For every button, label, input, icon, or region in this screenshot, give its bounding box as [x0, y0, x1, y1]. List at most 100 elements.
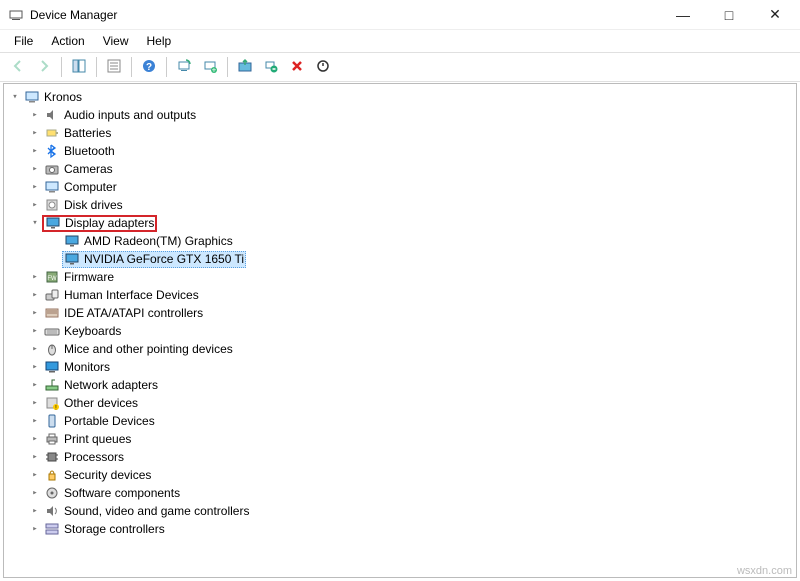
expand-icon[interactable]: ▸	[28, 488, 42, 498]
expand-icon[interactable]: ▸	[28, 182, 42, 192]
menu-file[interactable]: File	[6, 32, 41, 50]
show-hide-tree-button[interactable]	[67, 55, 91, 79]
security-icon	[44, 467, 60, 483]
expand-icon[interactable]: ▸	[28, 470, 42, 480]
tree-node[interactable]: NVIDIA GeForce GTX 1650 Ti	[4, 250, 796, 268]
expand-icon[interactable]: ▸	[28, 524, 42, 534]
device-tree-panel[interactable]: ▾Kronos ▸ Audio inputs and outputs ▸Batteri…	[3, 83, 797, 578]
forward-button	[32, 55, 56, 79]
uninstall-device-button[interactable]	[259, 55, 283, 79]
tree-node[interactable]: AMD Radeon(TM) Graphics	[4, 232, 796, 250]
tree-node[interactable]: ▸FWFirmware	[4, 268, 796, 286]
expand-icon[interactable]: ▸	[28, 380, 42, 390]
expand-icon[interactable]: ▸	[28, 326, 42, 336]
ide-icon	[44, 305, 60, 321]
expand-icon[interactable]: ▸	[28, 452, 42, 462]
device-tree: ▾Kronos ▸ Audio inputs and outputs ▸Batteri…	[4, 84, 796, 542]
collapse-icon[interactable]: ▾	[28, 218, 42, 228]
tree-node[interactable]: ▸ Security devices	[4, 466, 796, 484]
expand-icon[interactable]: ▸	[28, 416, 42, 426]
tree-node-label: AMD Radeon(TM) Graphics	[84, 234, 233, 248]
app-icon	[8, 7, 24, 23]
tree-node-label: Cameras	[64, 162, 113, 176]
disable-button[interactable]	[285, 55, 309, 79]
tree-node[interactable]: ▸Processors	[4, 448, 796, 466]
expand-icon[interactable]: ▸	[28, 506, 42, 516]
help-button[interactable]: ?	[137, 55, 161, 79]
expand-icon[interactable]: ▸	[28, 272, 42, 282]
window-title: Device Manager	[30, 8, 117, 22]
tree-node-label: Security devices	[64, 468, 151, 482]
audio-icon	[44, 107, 60, 123]
expand-icon[interactable]: ▸	[28, 290, 42, 300]
bluetooth-icon	[44, 143, 60, 159]
close-button[interactable]: ✕	[752, 0, 798, 30]
menu-help[interactable]: Help	[139, 32, 180, 50]
tree-node-label: Audio inputs and outputs	[64, 108, 196, 122]
properties-button[interactable]	[102, 55, 126, 79]
tree-node-label: Storage controllers	[64, 522, 165, 536]
collapse-icon[interactable]: ▾	[8, 92, 22, 102]
tree-node[interactable]: ▸IDE ATA/ATAPI controllers	[4, 304, 796, 322]
menu-action[interactable]: Action	[43, 32, 92, 50]
toolbar-separator	[96, 57, 97, 77]
menu-view[interactable]: View	[95, 32, 137, 50]
tree-node[interactable]: ▸!Other devices	[4, 394, 796, 412]
tree-node[interactable]: ▸Batteries	[4, 124, 796, 142]
computer-icon	[44, 179, 60, 195]
tree-node-label: Display adapters	[65, 216, 154, 230]
tree-node-label: Monitors	[64, 360, 110, 374]
tree-node[interactable]: ▸ Monitors	[4, 358, 796, 376]
tree-node[interactable]: ▾ Display adapters	[4, 214, 796, 232]
expand-icon[interactable]: ▸	[28, 344, 42, 354]
expand-icon[interactable]: ▸	[28, 398, 42, 408]
minimize-button[interactable]: —	[660, 0, 706, 30]
titlebar: Device Manager — □ ✕	[0, 0, 800, 30]
tree-node[interactable]: ▸Portable Devices	[4, 412, 796, 430]
tree-node[interactable]: ▸Network adapters	[4, 376, 796, 394]
tree-node[interactable]: ▾Kronos	[4, 88, 796, 106]
tree-node-label: Software components	[64, 486, 180, 500]
add-legacy-icon: +	[202, 58, 218, 77]
expand-icon[interactable]: ▸	[28, 434, 42, 444]
enable-button[interactable]	[311, 55, 335, 79]
printer-icon	[44, 431, 60, 447]
tree-node[interactable]: ▸Mice and other pointing devices	[4, 340, 796, 358]
computer-icon	[24, 89, 40, 105]
tree-node[interactable]: ▸ Storage controllers	[4, 520, 796, 538]
uninstall-device-icon	[263, 58, 279, 77]
tree-node[interactable]: ▸ Software components	[4, 484, 796, 502]
portable-icon	[44, 413, 60, 429]
expand-icon[interactable]: ▸	[28, 200, 42, 210]
tree-node-label: NVIDIA GeForce GTX 1650 Ti	[84, 252, 244, 266]
expand-icon[interactable]: ▸	[28, 128, 42, 138]
display-icon	[45, 215, 61, 231]
tree-node[interactable]: ▸Human Interface Devices	[4, 286, 796, 304]
tree-node[interactable]: ▸Print queues	[4, 430, 796, 448]
scan-hardware-icon	[176, 58, 192, 77]
display-icon	[64, 251, 80, 267]
tree-node-label: Sound, video and game controllers	[64, 504, 249, 518]
scan-hardware-button[interactable]	[172, 55, 196, 79]
properties-icon	[106, 58, 122, 77]
add-legacy-button[interactable]: +	[198, 55, 222, 79]
expand-icon[interactable]: ▸	[28, 362, 42, 372]
tree-node[interactable]: ▸Bluetooth	[4, 142, 796, 160]
expand-icon[interactable]: ▸	[28, 164, 42, 174]
tree-node-label: Other devices	[64, 396, 138, 410]
tree-node-label: Keyboards	[64, 324, 121, 338]
keyboard-icon	[44, 323, 60, 339]
expand-icon[interactable]: ▸	[28, 308, 42, 318]
update-driver-button[interactable]	[233, 55, 257, 79]
expand-icon[interactable]: ▸	[28, 146, 42, 156]
expand-icon[interactable]: ▸	[28, 110, 42, 120]
tree-node[interactable]: ▸ Keyboards	[4, 322, 796, 340]
tree-node[interactable]: ▸ Audio inputs and outputs	[4, 106, 796, 124]
tree-node[interactable]: ▸Disk drives	[4, 196, 796, 214]
forward-icon	[36, 58, 52, 77]
tree-node[interactable]: ▸ Sound, video and game controllers	[4, 502, 796, 520]
disable-icon	[289, 58, 305, 77]
tree-node[interactable]: ▸Computer	[4, 178, 796, 196]
tree-node[interactable]: ▸ Cameras	[4, 160, 796, 178]
maximize-button[interactable]: □	[706, 0, 752, 30]
